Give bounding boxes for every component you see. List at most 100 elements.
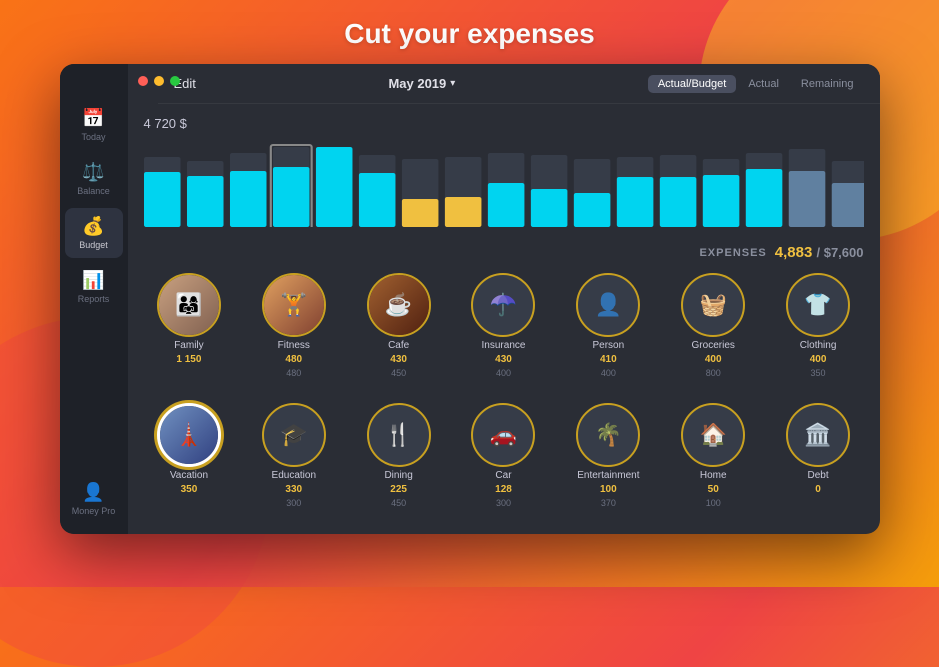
category-actual-vacation: 350 [181, 484, 198, 495]
today-icon: 📅 [82, 108, 104, 129]
category-name-education: Education [272, 470, 316, 481]
category-actual-family: 1 150 [176, 354, 201, 365]
month-text: May 2019 [388, 76, 446, 91]
tab-actual-budget[interactable]: Actual/Budget [648, 75, 737, 93]
chart-amount: 4 720 $ [144, 116, 864, 131]
category-budget-car: 300 [496, 498, 511, 508]
category-circle-family: 👨‍👩‍👧 [157, 273, 221, 337]
category-name-groceries: Groceries [692, 340, 735, 351]
sidebar-label-reports: Reports [78, 294, 110, 304]
category-budget-groceries: 800 [706, 368, 721, 378]
top-bar: Edit May 2019 ▾ Actual/Budget Actual Rem… [158, 64, 880, 104]
view-tabs: Actual/Budget Actual Remaining [648, 75, 864, 93]
category-name-clothing: Clothing [800, 340, 837, 351]
category-name-insurance: Insurance [482, 340, 526, 351]
category-actual-fitness: 480 [285, 354, 302, 365]
category-budget-fitness: 480 [286, 368, 301, 378]
category-actual-entertainment: 100 [600, 484, 617, 495]
category-circle-vacation: 🗼 [157, 403, 221, 467]
budget-icon: 💰 [82, 216, 104, 237]
sidebar-item-balance[interactable]: ⚖️ Balance [65, 154, 123, 204]
category-circle-groceries: 🧺 [681, 273, 745, 337]
sidebar-label-budget: Budget [79, 240, 108, 250]
category-name-vacation: Vacation [170, 470, 208, 481]
maximize-button[interactable] [170, 76, 180, 86]
category-circle-education: 🎓 [262, 403, 326, 467]
bar-chart [144, 139, 864, 227]
minimize-button[interactable] [154, 76, 164, 86]
sidebar: 📅 Today ⚖️ Balance 💰 Budget 📊 Reports 👤 … [60, 64, 128, 534]
chart-area: 4 720 $ [128, 104, 880, 240]
category-item-vacation[interactable]: 🗼 Vacation 350 [140, 403, 239, 527]
category-item-cafe[interactable]: ☕ Cafe 430 450 [349, 273, 448, 397]
category-actual-education: 330 [285, 484, 302, 495]
category-budget-person: 400 [601, 368, 616, 378]
category-name-family: Family [174, 340, 203, 351]
month-selector[interactable]: May 2019 ▾ [388, 76, 455, 91]
close-button[interactable] [138, 76, 148, 86]
reports-icon: 📊 [82, 270, 104, 291]
category-grid: 👨‍👩‍👧 Family 1 150 🏋️ Fitness 480 480 ☕ … [128, 269, 880, 534]
category-circle-home: 🏠 [681, 403, 745, 467]
category-name-cafe: Cafe [388, 340, 409, 351]
category-actual-dining: 225 [390, 484, 407, 495]
category-name-entertainment: Entertainment [577, 470, 639, 481]
sidebar-item-moneypro[interactable]: 👤 Money Pro [65, 474, 123, 524]
main-content: Edit May 2019 ▾ Actual/Budget Actual Rem… [128, 64, 880, 534]
category-circle-car: 🚗 [471, 403, 535, 467]
category-item-debt[interactable]: 🏛️ Debt 0 [769, 403, 868, 527]
category-name-dining: Dining [384, 470, 412, 481]
app-window: 📅 Today ⚖️ Balance 💰 Budget 📊 Reports 👤 … [60, 64, 880, 534]
category-actual-debt: 0 [815, 484, 821, 495]
balance-icon: ⚖️ [82, 162, 104, 183]
category-budget-entertainment: 370 [601, 498, 616, 508]
moneypro-icon: 👤 [82, 482, 104, 503]
category-item-home[interactable]: 🏠 Home 50 100 [664, 403, 763, 527]
expenses-budget: / $7,600 [817, 245, 864, 260]
expenses-actual-value: 4,883 [775, 244, 813, 261]
sidebar-label-today: Today [81, 132, 105, 142]
category-actual-person: 410 [600, 354, 617, 365]
category-circle-dining: 🍴 [367, 403, 431, 467]
category-item-dining[interactable]: 🍴 Dining 225 450 [349, 403, 448, 527]
sidebar-label-balance: Balance [77, 186, 110, 196]
category-item-family[interactable]: 👨‍👩‍👧 Family 1 150 [140, 273, 239, 397]
category-item-insurance[interactable]: ☂️ Insurance 430 400 [454, 273, 553, 397]
category-item-fitness[interactable]: 🏋️ Fitness 480 480 [244, 273, 343, 397]
expenses-actual: 4,883 / $7,600 [775, 244, 864, 261]
category-circle-debt: 🏛️ [786, 403, 850, 467]
category-budget-insurance: 400 [496, 368, 511, 378]
category-circle-cafe: ☕ [367, 273, 431, 337]
sidebar-label-moneypro: Money Pro [72, 506, 116, 516]
category-circle-fitness: 🏋️ [262, 273, 326, 337]
category-actual-cafe: 430 [390, 354, 407, 365]
category-actual-car: 128 [495, 484, 512, 495]
category-budget-education: 300 [286, 498, 301, 508]
category-item-car[interactable]: 🚗 Car 128 300 [454, 403, 553, 527]
category-budget-home: 100 [706, 498, 721, 508]
page-title: Cut your expenses [344, 18, 595, 50]
category-item-entertainment[interactable]: 🌴 Entertainment 100 370 [559, 403, 658, 527]
category-actual-insurance: 430 [495, 354, 512, 365]
tab-remaining[interactable]: Remaining [791, 75, 864, 93]
category-item-person[interactable]: 👤 Person 410 400 [559, 273, 658, 397]
category-circle-insurance: ☂️ [471, 273, 535, 337]
category-item-clothing[interactable]: 👕 Clothing 400 350 [769, 273, 868, 397]
category-circle-entertainment: 🌴 [576, 403, 640, 467]
sidebar-item-today[interactable]: 📅 Today [65, 100, 123, 150]
expenses-row: EXPENSES 4,883 / $7,600 [128, 240, 880, 269]
traffic-lights [138, 76, 180, 86]
category-budget-clothing: 350 [811, 368, 826, 378]
chevron-down-icon: ▾ [450, 78, 455, 89]
category-item-education[interactable]: 🎓 Education 330 300 [244, 403, 343, 527]
category-actual-groceries: 400 [705, 354, 722, 365]
tab-actual[interactable]: Actual [738, 75, 789, 93]
category-name-debt: Debt [808, 470, 829, 481]
category-circle-clothing: 👕 [786, 273, 850, 337]
category-actual-clothing: 400 [810, 354, 827, 365]
sidebar-item-reports[interactable]: 📊 Reports [65, 262, 123, 312]
category-item-groceries[interactable]: 🧺 Groceries 400 800 [664, 273, 763, 397]
category-name-car: Car [495, 470, 511, 481]
sidebar-item-budget[interactable]: 💰 Budget [65, 208, 123, 258]
category-budget-cafe: 450 [391, 368, 406, 378]
